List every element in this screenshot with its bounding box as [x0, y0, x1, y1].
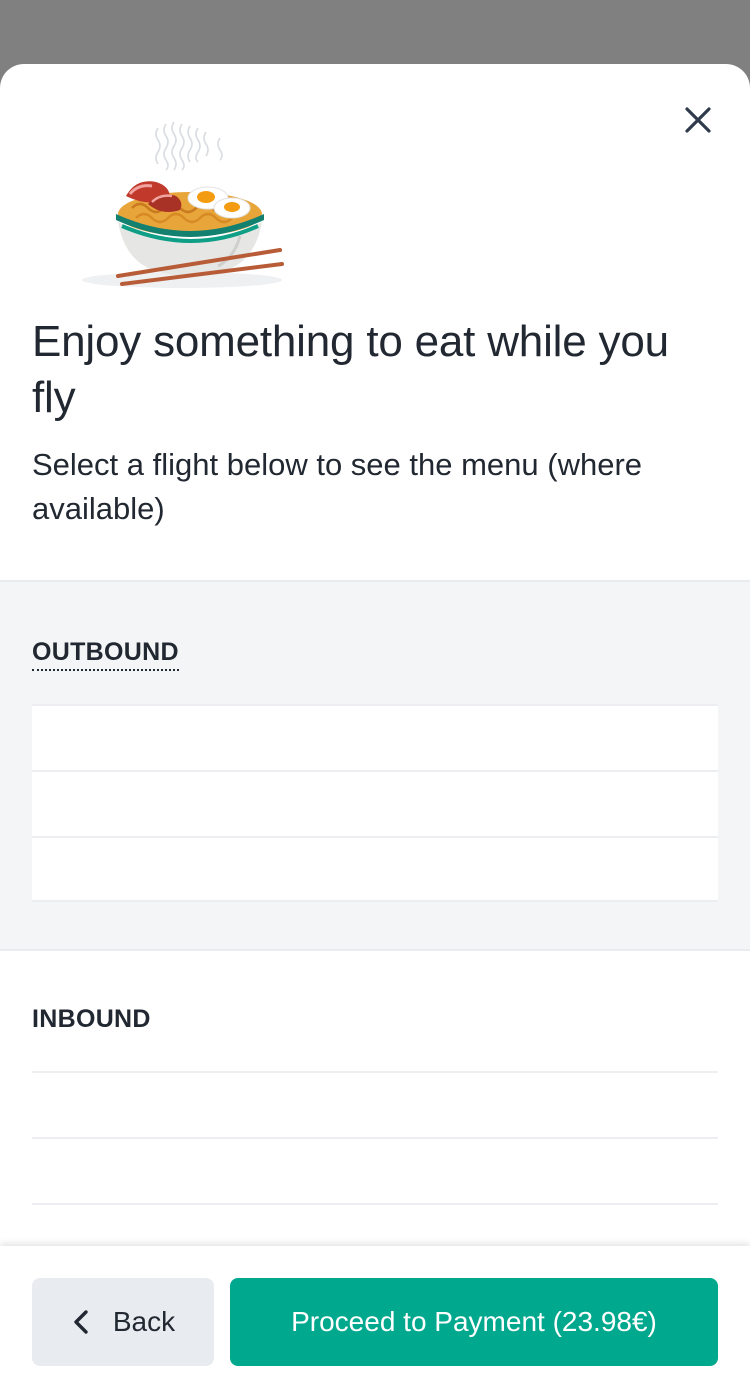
food-menu-modal: Enjoy something to eat while you fly Sel…: [0, 64, 750, 1398]
outbound-label[interactable]: OUTBOUND: [32, 638, 179, 671]
outbound-flight-list: [32, 704, 718, 902]
inbound-label: INBOUND: [32, 1005, 151, 1033]
flight-row[interactable]: [32, 1137, 718, 1203]
noodle-bowl-illustration: [82, 121, 284, 288]
modal-title: Enjoy something to eat while you fly: [32, 317, 669, 422]
close-button[interactable]: [676, 98, 720, 142]
back-button[interactable]: Back: [32, 1278, 214, 1366]
flight-row[interactable]: [32, 1071, 718, 1137]
back-button-label: Back: [112, 1306, 176, 1337]
modal-subtitle: Select a flight below to see the menu (w…: [32, 447, 643, 526]
chevron-left-icon: [74, 1310, 88, 1334]
close-icon: [685, 107, 711, 133]
inbound-flight-list: [32, 1071, 718, 1269]
flight-row[interactable]: [32, 704, 718, 770]
outbound-section: OUTBOUND: [0, 580, 750, 951]
modal-footer: Back Proceed to Payment (23.98€): [0, 1246, 750, 1398]
proceed-to-payment-button[interactable]: Proceed to Payment (23.98€): [230, 1278, 718, 1366]
flight-row[interactable]: [32, 836, 718, 902]
flight-row[interactable]: [32, 770, 718, 836]
proceed-button-label: Proceed to Payment (23.98€): [291, 1306, 657, 1337]
